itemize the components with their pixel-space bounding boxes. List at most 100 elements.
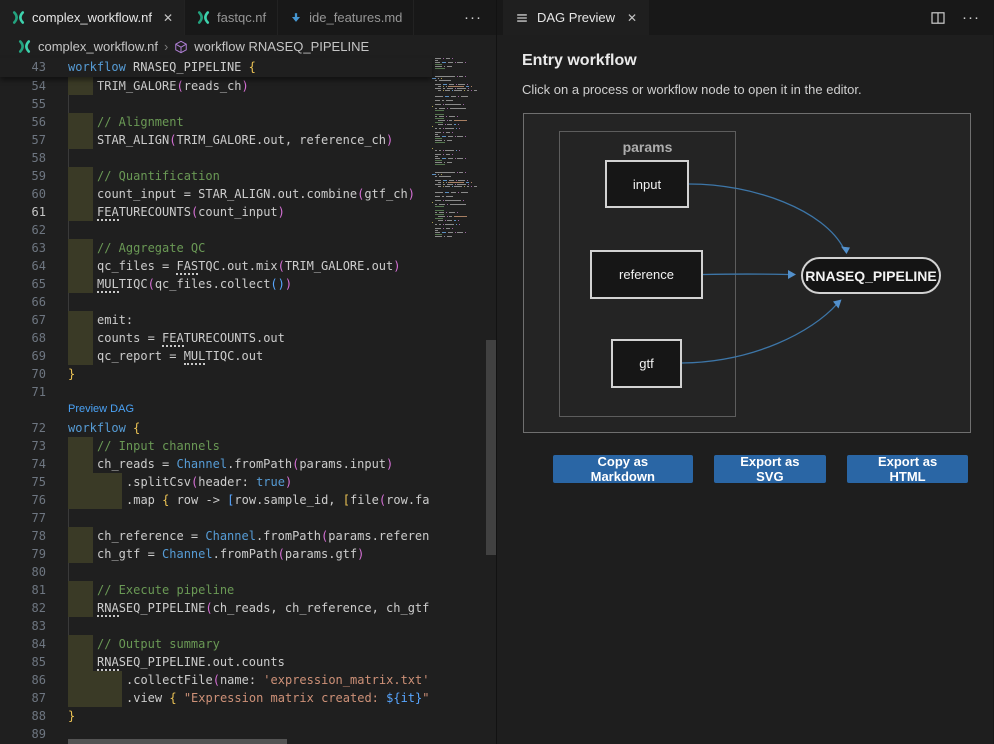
breadcrumb-file[interactable]: complex_workflow.nf <box>38 39 158 54</box>
code-line[interactable]: 58 <box>0 149 432 167</box>
line-number: 57 <box>0 131 46 149</box>
nextflow-icon <box>17 39 32 54</box>
code-line[interactable]: 54TRIM_GALORE(reads_ch) <box>0 77 432 95</box>
code-line[interactable]: 56// Alignment <box>0 113 432 131</box>
nextflow-icon <box>196 10 211 25</box>
export-buttons: Copy as Markdown Export as SVG Export as… <box>553 455 968 483</box>
export-as-svg-button[interactable]: Export as SVG <box>714 455 827 483</box>
page-title: Entry workflow <box>522 52 968 70</box>
panel-body: Entry workflow Click on a process or wor… <box>497 35 993 483</box>
line-number: 65 <box>0 275 46 293</box>
code-line[interactable]: 81// Execute pipeline <box>0 581 432 599</box>
code-line[interactable]: 86.collectFile(name: 'expression_matrix.… <box>0 671 432 689</box>
code-line[interactable]: 88} <box>0 707 432 725</box>
code-line[interactable]: 78ch_reference = Channel.fromPath(params… <box>0 527 432 545</box>
code-line[interactable]: 62 <box>0 221 432 239</box>
copy-as-markdown-button[interactable]: Copy as Markdown <box>553 455 693 483</box>
panel-more-icon[interactable]: ··· <box>962 9 980 26</box>
vertical-scrollbar[interactable] <box>486 58 496 744</box>
codelens-row[interactable]: Preview DAG <box>0 401 432 419</box>
dag-diagram: params input reference gtf RNASEQ_PIPELI… <box>523 113 971 433</box>
line-number: 73 <box>0 437 46 455</box>
code-line[interactable]: 66 <box>0 293 432 311</box>
horizontal-scrollbar-thumb[interactable] <box>68 739 287 744</box>
code-line[interactable]: 67emit: <box>0 311 432 329</box>
code-line[interactable]: 74ch_reads = Channel.fromPath(params.inp… <box>0 455 432 473</box>
code-line[interactable]: 76.map { row -> [row.sample_id, [file(ro… <box>0 491 432 509</box>
line-number: 84 <box>0 635 46 653</box>
panel-actions: ··· <box>930 0 993 35</box>
line-number: 70 <box>0 365 46 383</box>
code-line[interactable]: 85RNASEQ_PIPELINE.out.counts <box>0 653 432 671</box>
code-line[interactable]: 87.view { "Expression matrix created: ${… <box>0 689 432 707</box>
line-number: 69 <box>0 347 46 365</box>
tab-fastqc[interactable]: fastqc.nf <box>185 0 278 35</box>
line-number: 82 <box>0 599 46 617</box>
line-number: 72 <box>0 419 46 437</box>
code-line[interactable]: 68counts = FEATURECOUNTS.out <box>0 329 432 347</box>
code-line[interactable]: 72workflow { <box>0 419 432 437</box>
line-number: 67 <box>0 311 46 329</box>
code-line[interactable]: 79ch_gtf = Channel.fromPath(params.gtf) <box>0 545 432 563</box>
code-line[interactable]: 77 <box>0 509 432 527</box>
code-editor[interactable]: 43 workflow RNASEQ_PIPELINE { 54TRIM_GAL… <box>0 58 496 744</box>
download-arrow-icon <box>289 11 303 25</box>
dag-node-reference[interactable]: reference <box>590 250 703 299</box>
code-line[interactable]: 63// Aggregate QC <box>0 239 432 257</box>
code-line[interactable]: 55 <box>0 95 432 113</box>
tab-ide-features[interactable]: ide_features.md <box>278 0 414 35</box>
line-number: 78 <box>0 527 46 545</box>
editor-group: complex_workflow.nf ✕ fastqc.nf ide_feat… <box>0 0 497 744</box>
code-line[interactable]: 75.splitCsv(header: true) <box>0 473 432 491</box>
tab-overflow-button[interactable]: ··· <box>450 0 496 35</box>
code-line[interactable]: 61FEATURECOUNTS(count_input) <box>0 203 432 221</box>
code-line[interactable]: 60count_input = STAR_ALIGN.out.combine(g… <box>0 185 432 203</box>
tab-complex-workflow[interactable]: complex_workflow.nf ✕ <box>0 0 185 35</box>
code-line[interactable]: 82RNASEQ_PIPELINE(ch_reads, ch_reference… <box>0 599 432 617</box>
code-line[interactable]: 80 <box>0 563 432 581</box>
minimap[interactable] <box>432 58 487 744</box>
line-number: 66 <box>0 293 46 311</box>
line-number: 59 <box>0 167 46 185</box>
vscode-window: complex_workflow.nf ✕ fastqc.nf ide_feat… <box>0 0 994 744</box>
code-line[interactable]: 83 <box>0 617 432 635</box>
dag-node-rnaseq-pipeline[interactable]: RNASEQ_PIPELINE <box>801 257 941 294</box>
line-number: 63 <box>0 239 46 257</box>
split-editor-icon[interactable] <box>930 10 946 26</box>
line-number: 87 <box>0 689 46 707</box>
panel-close-icon[interactable]: ✕ <box>627 11 637 25</box>
line-number: 80 <box>0 563 46 581</box>
minimap-content <box>432 58 487 238</box>
line-number: 68 <box>0 329 46 347</box>
sticky-scroll-line[interactable]: 43 workflow RNASEQ_PIPELINE { <box>0 58 432 77</box>
code-line[interactable]: 57STAR_ALIGN(TRIM_GALORE.out, reference_… <box>0 131 432 149</box>
line-number: 56 <box>0 113 46 131</box>
vertical-scrollbar-thumb[interactable] <box>486 340 496 555</box>
line-number: 88 <box>0 707 46 725</box>
export-as-html-button[interactable]: Export as HTML <box>847 455 968 483</box>
code-line[interactable]: 65MULTIQC(qc_files.collect()) <box>0 275 432 293</box>
line-number: 75 <box>0 473 46 491</box>
code-line[interactable]: 64qc_files = FASTQC.out.mix(TRIM_GALORE.… <box>0 257 432 275</box>
line-number: 55 <box>0 95 46 113</box>
tab-dag-preview[interactable]: DAG Preview ✕ <box>503 0 649 35</box>
code-line[interactable]: 84// Output summary <box>0 635 432 653</box>
panel-tab-label: DAG Preview <box>537 10 615 25</box>
line-number: 81 <box>0 581 46 599</box>
line-number: 79 <box>0 545 46 563</box>
code-line[interactable]: 71 <box>0 383 432 401</box>
dag-node-input[interactable]: input <box>605 160 689 208</box>
breadcrumb-symbol[interactable]: workflow RNASEQ_PIPELINE <box>194 39 369 54</box>
line-number: 71 <box>0 383 46 401</box>
line-number: 89 <box>0 725 46 743</box>
tab-close-icon[interactable]: ✕ <box>163 11 173 25</box>
code-line[interactable]: 73// Input channels <box>0 437 432 455</box>
code-line[interactable]: 69qc_report = MULTIQC.out <box>0 347 432 365</box>
codelens-preview-dag[interactable]: Preview DAG <box>68 401 134 418</box>
dag-node-gtf[interactable]: gtf <box>611 339 682 388</box>
code-line[interactable]: 59// Quantification <box>0 167 432 185</box>
line-number: 83 <box>0 617 46 635</box>
breadcrumb: complex_workflow.nf › workflow RNASEQ_PI… <box>0 35 496 58</box>
code-line[interactable]: 70} <box>0 365 432 383</box>
line-number: 61 <box>0 203 46 221</box>
